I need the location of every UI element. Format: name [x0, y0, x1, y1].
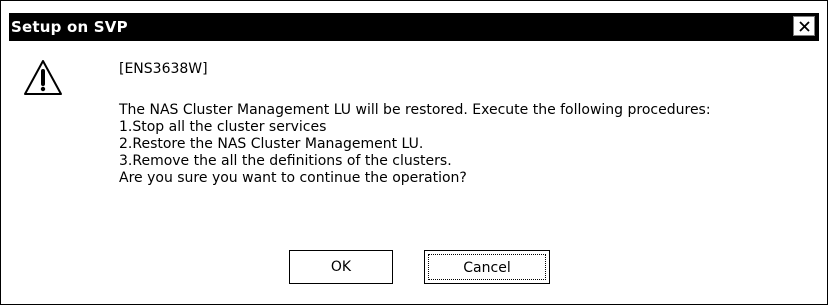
message-line: Are you sure you want to continue the op…	[119, 170, 467, 186]
message-line: 3.Remove the all the definitions of the …	[119, 153, 452, 169]
ok-button[interactable]: OK	[289, 250, 393, 284]
close-button[interactable]	[793, 16, 815, 36]
confirmation-dialog: Setup on SVP [ENS3638W] The NAS Cluster …	[0, 0, 828, 305]
warning-icon	[24, 60, 62, 95]
message-text: [ENS3638W] The NAS Cluster Management LU…	[119, 61, 819, 187]
dialog-body: [ENS3638W] The NAS Cluster Management LU…	[9, 41, 819, 298]
window-title: Setup on SVP	[11, 18, 128, 36]
message-line: 2.Restore the NAS Cluster Management LU.	[119, 136, 424, 152]
message-line: 1.Stop all the cluster services	[119, 119, 327, 135]
title-bar: Setup on SVP	[9, 13, 819, 41]
cancel-button-label: Cancel	[428, 254, 546, 280]
message-code: [ENS3638W]	[119, 61, 208, 77]
cancel-button[interactable]: Cancel	[424, 250, 550, 284]
message-line: The NAS Cluster Management LU will be re…	[119, 102, 711, 118]
close-icon	[799, 21, 810, 32]
